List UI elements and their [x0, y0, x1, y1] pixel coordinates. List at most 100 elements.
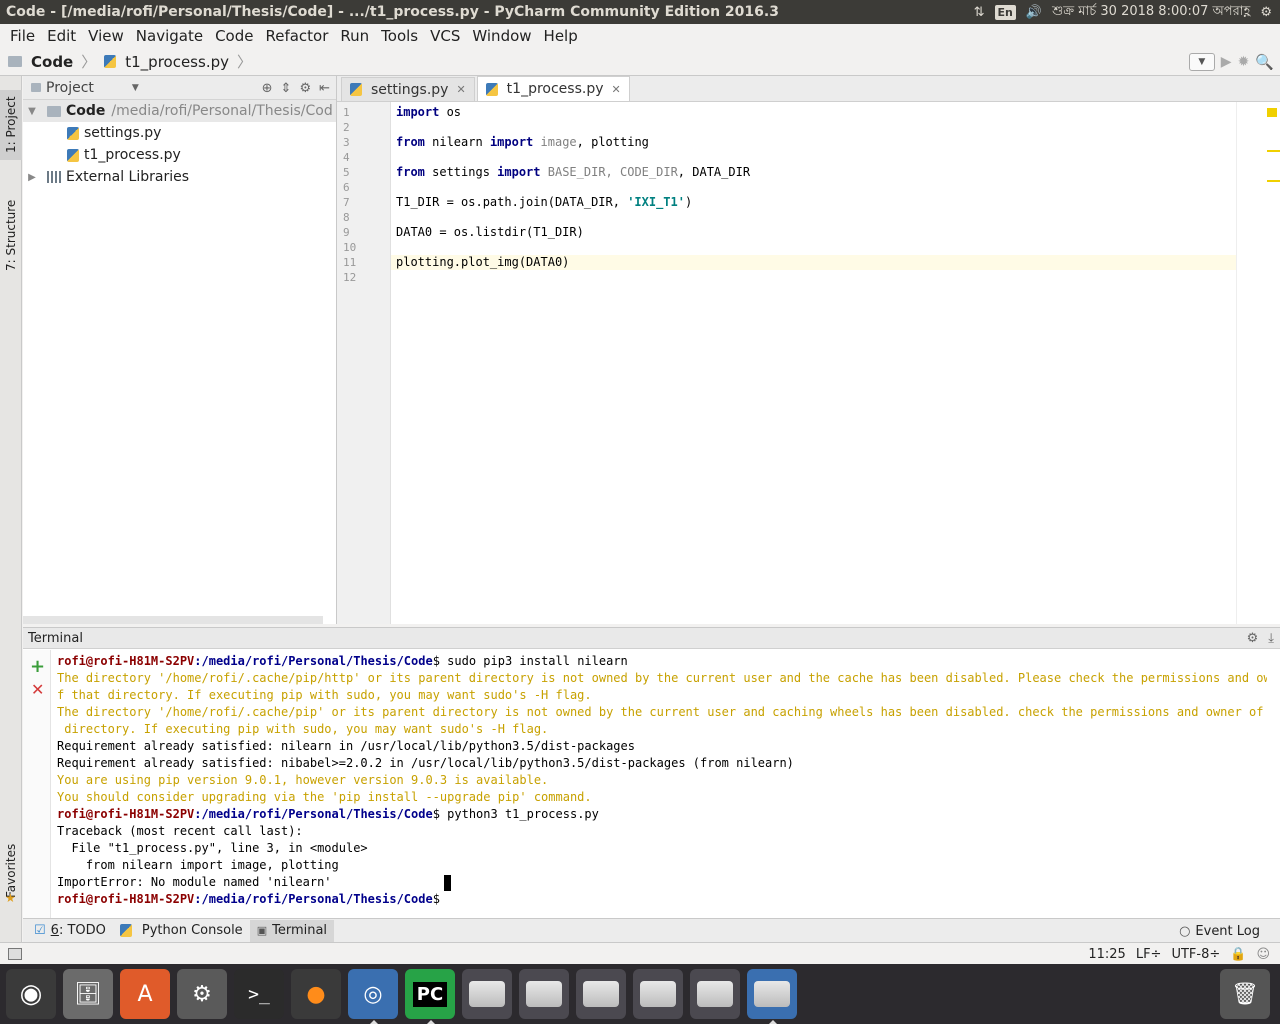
tab-python-console[interactable]: Python Console: [113, 920, 250, 942]
line-separator[interactable]: LF÷: [1136, 947, 1162, 962]
software-center-icon[interactable]: A: [120, 969, 170, 1019]
caret-position[interactable]: 11:25: [1088, 947, 1125, 962]
terminal-line: You are using pip version 9.0.1, however…: [57, 773, 549, 787]
pycharm-icon[interactable]: PC: [405, 969, 455, 1024]
hide-panel-icon[interactable]: ⤓: [1268, 631, 1274, 646]
breadcrumb-file[interactable]: t1_process.py: [125, 53, 229, 71]
tree-root[interactable]: ▼ Code /media/rofi/Personal/Thesis/Cod: [23, 100, 336, 122]
drive-icon[interactable]: [633, 969, 683, 1019]
menu-window[interactable]: Window: [466, 27, 537, 45]
project-panel-title[interactable]: Project: [46, 80, 94, 96]
tab-todo[interactable]: ☑ 6: TODO: [27, 920, 113, 942]
files-icon[interactable]: 🗄: [63, 969, 113, 1019]
line-number: 7: [343, 196, 350, 209]
tree-file-t1-process[interactable]: t1_process.py: [23, 144, 336, 166]
run-icon[interactable]: ▶: [1221, 54, 1232, 70]
tab-label: t1_process.py: [506, 81, 604, 97]
warning-marker[interactable]: [1267, 150, 1280, 152]
tab-structure[interactable]: 7: Structure: [0, 190, 22, 280]
tab-settings-py[interactable]: settings.py ✕: [341, 77, 475, 101]
terminal-line: rofi@rofi-H81M-S2PV:/media/rofi/Personal…: [57, 807, 599, 821]
python-file-icon: [104, 55, 117, 68]
drive-icon[interactable]: [690, 969, 740, 1019]
debug-icon[interactable]: ✹: [1238, 54, 1250, 70]
menu-bar: File Edit View Navigate Code Refactor Ru…: [0, 24, 1280, 48]
warning-marker[interactable]: [1267, 180, 1280, 182]
add-terminal-icon[interactable]: +: [30, 656, 45, 677]
menu-view[interactable]: View: [82, 27, 130, 45]
editor-tabs: settings.py ✕ t1_process.py ✕: [337, 76, 1280, 102]
code-line: from nilearn import image, plotting: [396, 135, 649, 149]
close-icon[interactable]: ✕: [612, 83, 621, 96]
chevron-down-icon[interactable]: ▼: [132, 83, 139, 93]
tab-terminal[interactable]: ▣ Terminal: [249, 919, 335, 942]
line-number: 6: [343, 181, 350, 194]
locate-icon[interactable]: ⊕: [262, 81, 273, 96]
inspector-icon[interactable]: ☺: [1256, 947, 1270, 962]
menu-tools[interactable]: Tools: [375, 27, 424, 45]
file-encoding[interactable]: UTF-8÷: [1171, 947, 1220, 962]
drive-icon[interactable]: [747, 969, 797, 1024]
chromium-icon[interactable]: ◎: [348, 969, 398, 1024]
error-stripe[interactable]: [1236, 102, 1280, 624]
tree-external-libraries[interactable]: ▶ External Libraries: [23, 166, 336, 188]
terminal-output[interactable]: rofi@rofi-H81M-S2PV:/media/rofi/Personal…: [57, 653, 1267, 908]
menu-file[interactable]: File: [4, 27, 41, 45]
trash-icon[interactable]: 🗑: [1220, 969, 1270, 1019]
close-icon[interactable]: ✕: [456, 83, 465, 96]
window-title: Code - [/media/rofi/Personal/Thesis/Code…: [6, 4, 779, 20]
menu-navigate[interactable]: Navigate: [130, 27, 209, 45]
drive-icon[interactable]: [576, 969, 626, 1019]
gear-icon[interactable]: ⚙: [299, 81, 311, 96]
expand-right-icon[interactable]: ▶: [25, 172, 39, 183]
tab-event-log[interactable]: ○ Event Log: [1179, 919, 1260, 943]
system-settings-icon[interactable]: ⚙: [177, 969, 227, 1019]
tab-label: settings.py: [371, 81, 449, 98]
code-area[interactable]: import os from nilearn import image, plo…: [391, 105, 1275, 285]
collapse-icon[interactable]: ⇕: [281, 81, 292, 96]
run-config-dropdown[interactable]: ▼: [1188, 53, 1215, 71]
menu-code[interactable]: Code: [209, 27, 259, 45]
close-terminal-icon[interactable]: ✕: [31, 680, 44, 699]
code-line: T1_DIR = os.path.join(DATA_DIR, 'IXI_T1'…: [396, 195, 693, 209]
keyboard-layout-indicator[interactable]: En: [994, 4, 1016, 20]
terminal-app-icon[interactable]: >_: [234, 969, 284, 1019]
tool-windows-toggle-icon[interactable]: [8, 947, 22, 960]
warning-indicator-icon[interactable]: [1267, 108, 1277, 117]
todo-icon: ☑: [34, 923, 46, 938]
gear-icon[interactable]: ⚙: [1247, 631, 1259, 646]
terminal-line: Traceback (most recent call last):: [57, 824, 303, 838]
tree-file-settings[interactable]: settings.py: [23, 122, 336, 144]
tool-window-tabs: ☑ 6: TODO Python Console ▣ Terminal ○ Ev…: [23, 918, 1280, 942]
ubuntu-dash-icon[interactable]: ◉: [6, 969, 56, 1019]
menu-vcs[interactable]: VCS: [424, 27, 466, 45]
menu-help[interactable]: Help: [538, 27, 584, 45]
terminal-line: rofi@rofi-H81M-S2PV:/media/rofi/Personal…: [57, 892, 440, 906]
expand-down-icon[interactable]: ▼: [25, 106, 39, 117]
clock[interactable]: শুক্র মার্চ 30 2018 8:00:07 অপরাহ্ণ: [1052, 2, 1250, 23]
menu-refactor[interactable]: Refactor: [259, 27, 334, 45]
terminal-line: from nilearn import image, plotting: [57, 858, 339, 872]
volume-icon[interactable]: 🔊: [1026, 5, 1042, 20]
tab-project[interactable]: 1: Project: [0, 90, 22, 160]
lock-icon[interactable]: 🔒: [1230, 947, 1246, 962]
menu-run[interactable]: Run: [334, 27, 375, 45]
drive-icon[interactable]: [519, 969, 569, 1019]
tree-external-label: External Libraries: [66, 169, 189, 185]
tab-t1-process-py[interactable]: t1_process.py ✕: [476, 76, 630, 101]
network-icon[interactable]: ⇅: [974, 5, 985, 20]
search-icon[interactable]: 🔍: [1255, 53, 1274, 71]
hide-icon[interactable]: ⇤: [319, 81, 330, 96]
event-log-icon: ○: [1179, 923, 1191, 939]
text-cursor: [443, 874, 451, 891]
drive-icon[interactable]: [462, 969, 512, 1019]
firefox-icon[interactable]: ●: [291, 969, 341, 1019]
system-settings-icon[interactable]: ⚙: [1260, 5, 1272, 20]
horizontal-scrollbar[interactable]: [23, 616, 323, 624]
breadcrumb-root[interactable]: Code: [31, 53, 73, 71]
folder-icon: [31, 83, 41, 92]
menu-edit[interactable]: Edit: [41, 27, 82, 45]
